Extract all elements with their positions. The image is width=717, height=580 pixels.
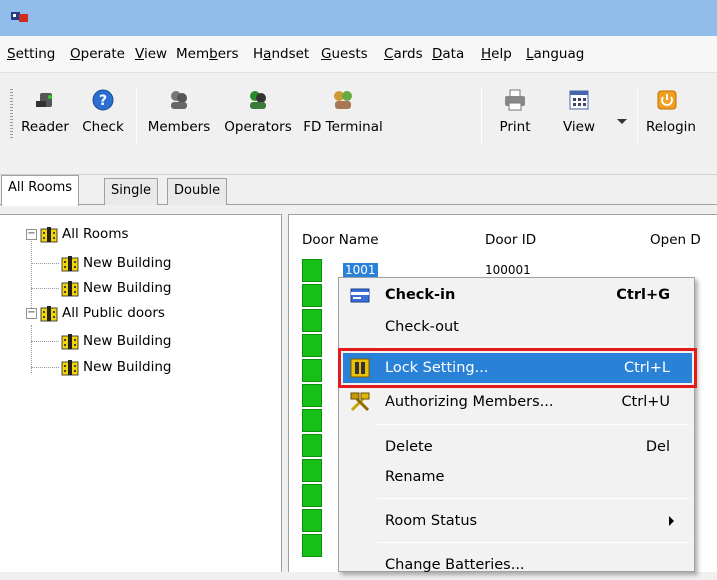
tree-line <box>31 288 59 289</box>
menu-separator <box>377 542 689 543</box>
menu-separator <box>377 498 689 499</box>
door-status-indicator <box>302 534 322 557</box>
lock-setting-icon <box>350 358 370 378</box>
menu-item-lock-setting[interactable]: Lock Setting... Ctrl+L <box>338 348 697 388</box>
door-status-indicator <box>302 259 322 282</box>
svg-text:?: ? <box>99 93 107 109</box>
building-icon <box>61 333 79 349</box>
building-icon <box>40 305 58 321</box>
menu-data[interactable]: Data <box>432 46 464 62</box>
door-status-indicator <box>302 334 322 357</box>
toolbar-separator <box>637 87 638 145</box>
tree-item-new-building[interactable]: New Building <box>61 331 172 351</box>
tree-item-new-building[interactable]: New Building <box>61 278 172 298</box>
collapse-icon[interactable]: − <box>26 229 37 240</box>
view-button[interactable]: View <box>550 83 608 149</box>
operators-icon <box>250 91 266 109</box>
door-id-cell: 100001 <box>485 263 531 277</box>
members-button[interactable]: Members <box>144 83 214 149</box>
column-header-door-name[interactable]: Door Name <box>302 232 379 248</box>
collapse-icon[interactable]: − <box>26 308 37 319</box>
menu-members[interactable]: Members <box>176 46 239 62</box>
menu-view[interactable]: View <box>135 46 167 62</box>
menu-item-change-batteries[interactable]: Change Batteries... <box>343 550 692 580</box>
door-status-indicator <box>302 409 322 432</box>
printer-icon <box>505 89 525 111</box>
tools-icon <box>350 392 370 412</box>
submenu-arrow-icon <box>669 516 674 526</box>
menu-cards[interactable]: Cards <box>384 46 423 62</box>
menu-item-room-status[interactable]: Room Status <box>343 506 692 536</box>
menu-item-check-out[interactable]: Check-out <box>343 312 692 342</box>
power-icon <box>657 90 677 110</box>
check-in-icon <box>350 288 370 303</box>
relogin-button[interactable]: Relogin <box>646 83 717 149</box>
app-icon <box>11 12 28 22</box>
menu-separator <box>377 424 689 425</box>
room-tabs: All Rooms Single Double <box>0 175 717 206</box>
tree-item-new-building[interactable]: New Building <box>61 357 172 377</box>
building-icon <box>61 280 79 296</box>
view-grid-icon <box>569 90 589 110</box>
column-header-door-id[interactable]: Door ID <box>485 232 536 248</box>
tree-line <box>31 367 59 368</box>
operators-button[interactable]: Operators <box>216 83 300 149</box>
members-icon <box>171 91 187 109</box>
door-status-indicator <box>302 384 322 407</box>
door-status-indicator <box>302 284 322 307</box>
menu-operate[interactable]: Operate <box>70 46 125 62</box>
building-icon <box>61 255 79 271</box>
menu-bar: Setting Operate View Members Handset Gue… <box>0 36 717 73</box>
view-dropdown-arrow-icon[interactable] <box>617 119 627 124</box>
building-icon <box>40 226 58 242</box>
menu-help[interactable]: Help <box>481 46 512 62</box>
menu-item-authorizing-members[interactable]: Authorizing Members... Ctrl+U <box>343 387 692 417</box>
tree-line <box>31 325 32 373</box>
menu-item-delete[interactable]: Delete Del <box>343 432 692 462</box>
door-status-indicator <box>302 359 322 382</box>
tab-double[interactable]: Double <box>167 178 228 205</box>
menu-item-rename[interactable]: Rename <box>343 462 692 492</box>
toolbar: Reader ? Check Members Operators FD Term… <box>0 73 717 175</box>
tab-single[interactable]: Single <box>104 178 158 205</box>
tree-line <box>31 341 59 342</box>
tree-item-new-building[interactable]: New Building <box>61 253 172 273</box>
tree-item-all-public-doors[interactable]: All Public doors <box>40 303 165 323</box>
tree-line <box>31 263 59 264</box>
tab-all-rooms[interactable]: All Rooms <box>1 175 80 206</box>
tree-line <box>31 236 32 314</box>
print-button[interactable]: Print <box>490 83 540 149</box>
reader-button[interactable]: Reader <box>16 83 74 149</box>
menu-setting[interactable]: Setting <box>7 46 55 62</box>
check-button[interactable]: ? Check <box>76 83 130 149</box>
door-status-indicator <box>302 434 322 457</box>
column-header-open[interactable]: Open D <box>650 232 701 248</box>
fd-terminal-button[interactable]: FD Terminal <box>300 83 386 149</box>
tree-item-all-rooms[interactable]: All Rooms <box>40 224 129 244</box>
menu-separator <box>377 346 689 347</box>
menu-handset[interactable]: Handset <box>253 46 309 62</box>
title-bar <box>0 0 717 36</box>
card-reader-icon <box>36 93 52 107</box>
building-tree: − All Rooms New Building New Building − … <box>0 214 282 572</box>
door-name-cell[interactable]: 1001 <box>343 263 378 277</box>
menu-language[interactable]: Languag <box>526 46 584 62</box>
toolbar-separator <box>136 87 137 145</box>
door-status-indicator <box>302 459 322 482</box>
menu-item-check-in[interactable]: Check-in Ctrl+G <box>343 280 692 310</box>
door-status-indicator <box>302 484 322 507</box>
toolbar-separator <box>481 87 482 145</box>
building-icon <box>61 359 79 375</box>
door-status-indicator <box>302 509 322 532</box>
context-menu: Check-in Ctrl+G Check-out Lock Setting..… <box>338 277 697 573</box>
fd-terminal-icon <box>334 91 352 109</box>
help-icon: ? <box>92 89 114 111</box>
menu-guests[interactable]: Guests <box>321 46 368 62</box>
toolbar-grip[interactable] <box>10 89 13 139</box>
door-status-column <box>302 259 322 559</box>
door-status-indicator <box>302 309 322 332</box>
